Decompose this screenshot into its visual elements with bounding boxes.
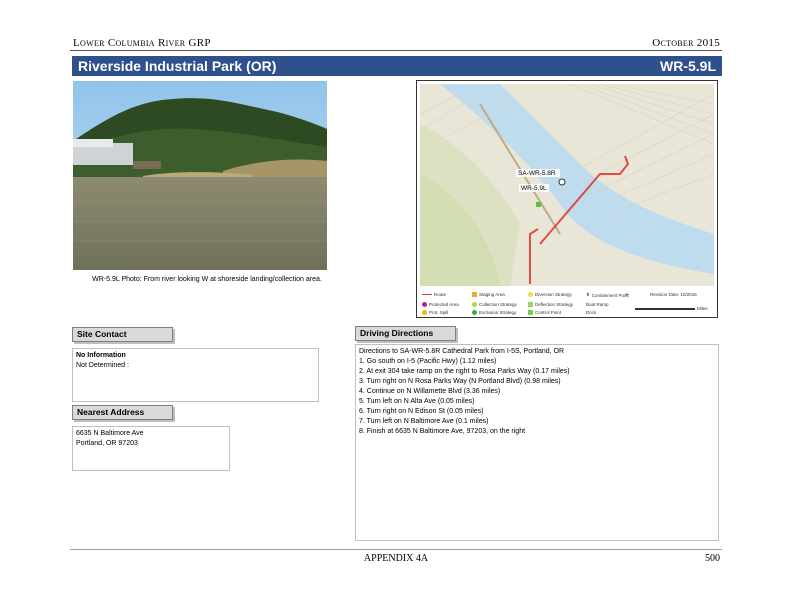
direction-step: 5. Turn left on N Alta Ave (0.05 miles) xyxy=(359,398,475,405)
legend-exclusion-label: Exclusion Strategy xyxy=(479,310,517,315)
legend-collection-label: Collection Strategy xyxy=(479,302,517,307)
legend-protected-area: Protected Area xyxy=(422,302,459,307)
legend-dock: Dock xyxy=(586,310,596,315)
site-photo xyxy=(73,81,327,270)
legend-prot-spill-label: Prot. Spill xyxy=(429,310,449,315)
legend-control: Control Point xyxy=(528,310,561,315)
title-bar: Riverside Industrial Park (OR) WR-5.9L xyxy=(72,56,722,76)
site-map: SA-WR-5.8R WR-5.9L xyxy=(420,84,714,286)
dot-icon xyxy=(422,302,427,307)
legend-prot-spill: Prot. Spill xyxy=(422,310,448,315)
site-contact-heading: Site Contact xyxy=(72,327,173,342)
scale-label: Miles xyxy=(697,306,708,311)
legend-boat-ramp: Boat Ramp xyxy=(586,302,609,307)
site-name: Riverside Industrial Park (OR) xyxy=(78,58,277,74)
driving-directions-heading: Driving Directions xyxy=(355,326,456,341)
legend-staging: Staging Area xyxy=(472,292,505,297)
legend-containment-label: Containment Point xyxy=(591,292,629,298)
contact-detail: Not Determined : xyxy=(76,362,129,369)
square-icon xyxy=(528,302,533,307)
dot-icon xyxy=(472,302,477,307)
directions-intro: Directions to SA-WR-5.8R Cathedral Park … xyxy=(359,348,565,355)
direction-step: 4. Continue on N Willamette Blvd (3.36 m… xyxy=(359,388,501,395)
legend-boat-ramp-label: Boat Ramp xyxy=(586,302,609,307)
site-code: WR-5.9L xyxy=(660,58,716,74)
address-line-1: 6635 N Baltimore Ave xyxy=(76,430,144,437)
legend-route: Route xyxy=(422,292,446,297)
legend-diversion: Diversion Strategy xyxy=(528,292,572,297)
square-icon xyxy=(528,310,533,315)
north-arrow: ✛ xyxy=(625,292,629,298)
legend-exclusion: Exclusion Strategy xyxy=(472,310,516,315)
legend-deflection-label: Deflection Strategy xyxy=(535,302,574,307)
header-date-text: October 2015 xyxy=(652,37,720,49)
legend-dock-label: Dock xyxy=(586,310,597,315)
compass-icon: ✛ xyxy=(625,292,629,297)
header-date: October 2015 xyxy=(652,37,720,49)
nearest-address-box: 6635 N Baltimore Ave Portland, OR 97203 xyxy=(72,426,230,471)
direction-step: 8. Finish at 6635 N Baltimore Ave, 97203… xyxy=(359,428,526,435)
dot-icon xyxy=(422,310,427,315)
legend-collection: Collection Strategy xyxy=(472,302,517,307)
header-rule xyxy=(70,50,722,51)
revision-info: Revision Date: 10/2015 xyxy=(650,292,697,297)
footer-rule xyxy=(70,549,722,550)
map-label-site-a: SA-WR-5.8R xyxy=(518,170,556,177)
arrow-icon: ⬆ xyxy=(586,292,590,297)
map-legend: Route Protected Area Prot. Spill Staging… xyxy=(420,288,714,316)
direction-step: 6. Turn right on N Edison St (0.05 miles… xyxy=(359,408,484,415)
dot-icon xyxy=(528,292,533,297)
revision-info-label: Revision Date: 10/2015 xyxy=(650,292,697,297)
direction-step: 7. Turn left on N Baltimore Ave (0.1 mil… xyxy=(359,418,489,425)
scale-bar-icon xyxy=(635,307,695,310)
address-line-2: Portland, OR 97203 xyxy=(76,440,138,447)
triangle-icon xyxy=(472,292,477,297)
legend-diversion-label: Diversion Strategy xyxy=(535,292,572,297)
driving-directions-box: Directions to SA-WR-5.8R Cathedral Park … xyxy=(355,344,719,541)
site-contact-box: No Information Not Determined : xyxy=(72,348,319,402)
footer-appendix: APPENDIX 4A xyxy=(363,553,429,564)
legend-deflection: Deflection Strategy xyxy=(528,302,573,307)
photo-caption: WR-5.9L Photo: From river looking W at s… xyxy=(92,276,322,283)
direction-step: 2. At exit 304 take ramp on the right to… xyxy=(359,368,570,375)
direction-step: 1. Go south on I-5 (Pacific Hwy) (1.12 m… xyxy=(359,358,497,365)
nearest-address-heading: Nearest Address xyxy=(72,405,173,420)
legend-route-label: Route xyxy=(434,292,447,297)
legend-protected-area-label: Protected Area xyxy=(429,302,459,307)
header-title: Lower Columbia River GRP xyxy=(73,37,211,49)
direction-step: 3. Turn right on N Rosa Parks Way (N Por… xyxy=(359,378,561,385)
legend-containment: ⬆ Containment Point xyxy=(586,292,629,298)
legend-control-label: Control Point xyxy=(535,310,562,315)
footer-page-number: 500 xyxy=(705,553,720,564)
map-label-site-b: WR-5.9L xyxy=(521,185,547,192)
route-line-icon xyxy=(422,294,432,295)
contact-name: No Information xyxy=(76,352,126,359)
dot-icon xyxy=(472,310,477,315)
scale-bar: Miles xyxy=(635,306,708,311)
legend-staging-label: Staging Area xyxy=(479,292,505,297)
header-title-text: Lower Columbia River GRP xyxy=(73,37,211,49)
